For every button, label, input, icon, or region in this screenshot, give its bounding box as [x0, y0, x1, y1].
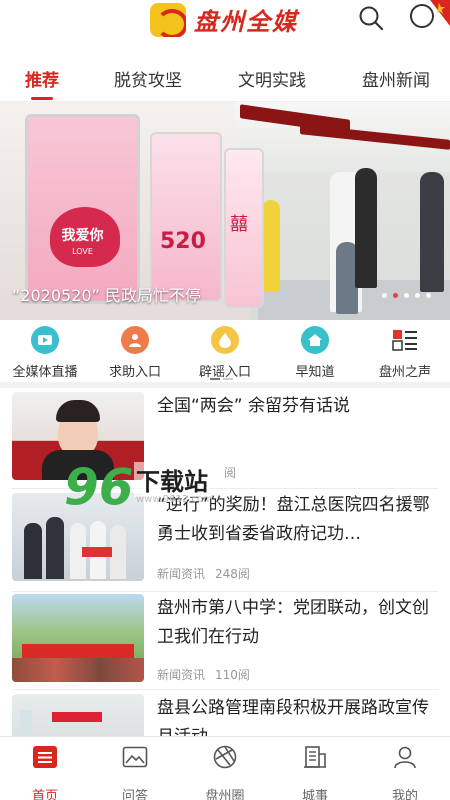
news-title: 盘州市第八中学：党团联动，创文创卫我们在行动 — [157, 598, 429, 647]
app-header: 盘州全媒 — [0, 0, 450, 48]
tab-civilization-practice[interactable]: 文明实践 — [238, 66, 306, 91]
watermark-url: www.9612.com — [136, 494, 213, 505]
quick-nav-voice[interactable]: 盘州之声 — [360, 326, 450, 380]
carousel-dot-active[interactable] — [393, 293, 398, 298]
person-figure — [262, 200, 280, 292]
news-meta: 新闻资讯 110阅 — [157, 666, 250, 683]
quick-nav-page-indicator — [210, 378, 233, 380]
person-icon — [121, 326, 149, 354]
bottom-nav-qa[interactable]: 问答 — [90, 745, 180, 800]
grid-list-icon — [391, 326, 419, 354]
bottom-nav-label: 城事 — [301, 789, 328, 800]
logo-icon — [150, 2, 186, 37]
poster-love: 我爱你 LOVE — [25, 114, 140, 304]
search-icon[interactable] — [358, 5, 384, 31]
home-list-icon — [33, 746, 57, 768]
quick-nav-label: 求助入口 — [108, 365, 161, 380]
carousel-dot[interactable] — [404, 293, 409, 298]
news-category: 新闻资讯 — [157, 567, 206, 581]
app-title: 盘州全媒 — [194, 7, 298, 36]
quick-nav: 全媒体直播 求助入口 辟谣入口 早知道 盘州之声 — [0, 320, 450, 382]
news-thumbnail — [12, 694, 144, 736]
building-icon — [304, 746, 326, 768]
poster-text: LOVE — [72, 247, 93, 256]
bottom-nav-label: 我的 — [391, 789, 418, 800]
carousel-dot[interactable] — [415, 293, 420, 298]
person-figure — [420, 172, 444, 292]
person-figure — [355, 168, 377, 288]
watermark: 96 下载站 www.9612.com — [64, 458, 239, 518]
news-meta: 新闻资讯 248阅 — [157, 565, 250, 582]
quick-nav-label: 盘州之声 — [378, 365, 431, 380]
bottom-nav-label: 盘州圈 — [205, 789, 245, 800]
poster-text: 囍 — [230, 214, 248, 235]
page-indicator-segment — [223, 378, 233, 380]
banner-caption: “2020520” 民政局忙不停 — [12, 286, 201, 305]
quick-nav-early-know[interactable]: 早知道 — [270, 326, 360, 380]
bottom-nav-mine[interactable]: 我的 — [360, 745, 450, 800]
tv-icon — [31, 326, 59, 354]
bottom-nav-home[interactable]: 首页 — [0, 745, 90, 800]
app-logo: 盘州全媒 — [150, 2, 298, 37]
quick-nav-rumor[interactable]: 辟谣入口 — [180, 326, 270, 380]
category-tabs: 推荐 脱贫攻坚 文明实践 盘州新闻 — [0, 50, 450, 102]
message-icon[interactable] — [408, 0, 450, 36]
carousel-dot[interactable] — [426, 293, 431, 298]
poster-text: 520 — [160, 229, 206, 254]
aperture-icon — [213, 745, 237, 769]
carousel-indicator — [382, 293, 431, 298]
quick-nav-live[interactable]: 全媒体直播 — [0, 326, 90, 380]
home-icon — [301, 326, 329, 354]
watermark-number: 96 — [64, 458, 134, 516]
poster-xi: 囍 — [224, 148, 264, 308]
news-title: 全国“两会” 余留芬有话说 — [157, 396, 351, 416]
page-indicator-segment — [210, 378, 220, 380]
quick-nav-label: 早知道 — [295, 365, 335, 380]
bottom-nav-label: 首页 — [31, 789, 58, 800]
carousel-dot[interactable] — [382, 293, 387, 298]
news-reads: 110阅 — [215, 668, 250, 682]
watermark-text: 下载站 — [134, 462, 210, 497]
banner-carousel[interactable]: 我爱你 LOVE 520 囍 “2020520” 民政局忙不停 — [0, 102, 450, 320]
image-icon — [122, 746, 148, 768]
bottom-nav-label: 问答 — [121, 789, 148, 800]
news-item[interactable]: 盘州市第八中学：党团联动，创文创卫我们在行动 新闻资讯 110阅 — [0, 592, 450, 690]
tab-recommend[interactable]: 推荐 — [25, 66, 59, 100]
news-item[interactable]: 盘县公路管理南段积极开展路政宣传月活动 — [0, 690, 450, 736]
news-thumbnail — [12, 594, 144, 682]
news-reads: 248阅 — [215, 567, 250, 581]
news-title: 盘县公路管理南段积极开展路政宣传月活动 — [157, 698, 429, 736]
tab-panzhou-news[interactable]: 盘州新闻 — [362, 66, 430, 91]
drop-icon — [211, 326, 239, 354]
bottom-nav: 首页 问答 盘州圈 城事 我的 — [0, 736, 450, 800]
bottom-nav-circle[interactable]: 盘州圈 — [180, 745, 270, 800]
quick-nav-label: 全媒体直播 — [12, 365, 78, 380]
poster-text: 我爱你 — [61, 228, 104, 244]
quick-nav-help[interactable]: 求助入口 — [90, 326, 180, 380]
user-icon — [394, 746, 416, 769]
bottom-nav-city[interactable]: 城事 — [270, 745, 360, 800]
poster-520: 520 — [150, 132, 222, 302]
tab-poverty-alleviation[interactable]: 脱贫攻坚 — [114, 66, 182, 91]
news-category: 新闻资讯 — [157, 668, 206, 682]
